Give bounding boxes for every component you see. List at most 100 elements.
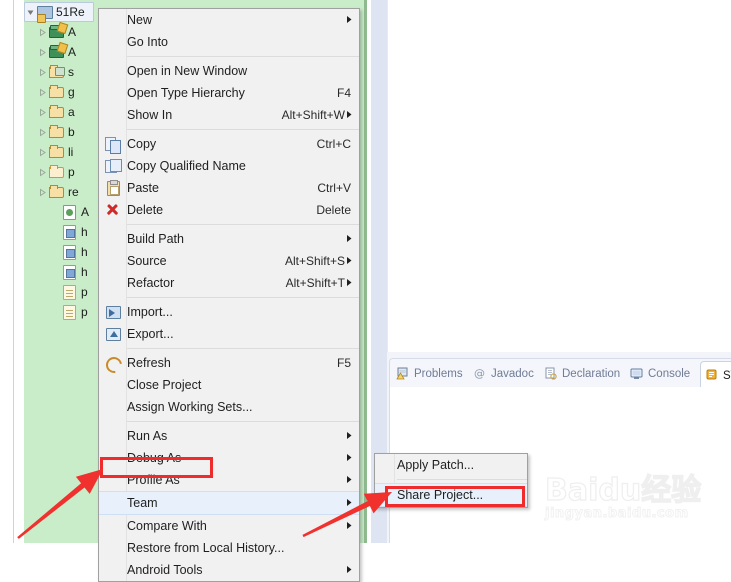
menu-item-shortcut: Delete bbox=[316, 203, 351, 217]
expand-arrow-right-icon[interactable] bbox=[37, 88, 48, 97]
menu-item-delete[interactable]: Delete Delete bbox=[99, 199, 359, 221]
menu-item-label: Open in New Window bbox=[127, 64, 248, 78]
menu-item-shortcut: F4 bbox=[336, 86, 351, 100]
paste-icon bbox=[104, 180, 121, 196]
menu-item-label: Refresh bbox=[127, 356, 171, 370]
menu-item-android-tools[interactable]: Android Tools bbox=[99, 559, 359, 581]
menu-item-label: Refactor bbox=[127, 276, 175, 290]
menu-item-build-path[interactable]: Build Path bbox=[99, 228, 359, 250]
tree-item-label: h bbox=[81, 265, 88, 279]
menu-item-label: Run As bbox=[127, 429, 168, 443]
expand-arrow-right-icon[interactable] bbox=[37, 28, 48, 37]
menu-item-go-into[interactable]: Go Into bbox=[99, 31, 359, 53]
menu-item-open-type-hierarchy[interactable]: Open Type Hierarchy F4 bbox=[99, 82, 359, 104]
tab-label: Problems bbox=[414, 368, 463, 380]
bottom-tab-bar[interactable]: Problems @ Javadoc Declaration Console SVN 资 bbox=[390, 359, 731, 388]
menu-item-source[interactable]: Source Alt+Shift+S bbox=[99, 250, 359, 272]
expand-arrow-right-icon[interactable] bbox=[37, 48, 48, 57]
menu-item-assign-working-sets[interactable]: Assign Working Sets... bbox=[99, 396, 359, 418]
menu-item-open-in-new-window[interactable]: Open in New Window bbox=[99, 60, 359, 82]
menu-item-team[interactable]: Team bbox=[99, 491, 359, 515]
menu-item-label: Team bbox=[127, 496, 158, 510]
menu-item-import[interactable]: Import... bbox=[99, 301, 359, 323]
tab-declaration[interactable]: Declaration bbox=[544, 363, 620, 385]
expand-arrow-right-icon[interactable] bbox=[37, 108, 48, 117]
menu-item-shortcut: F5 bbox=[336, 356, 351, 370]
package-folder-icon bbox=[48, 104, 65, 120]
submenu-arrow-icon bbox=[346, 451, 353, 465]
baidu-jingyan-watermark: Baidu经验 jingyan.baidu.com bbox=[544, 473, 715, 536]
menu-item-copy-qualified-name[interactable]: Copy Qualified Name bbox=[99, 155, 359, 177]
menu-item-refactor[interactable]: Refactor Alt+Shift+T bbox=[99, 272, 359, 294]
menu-item-label: Export... bbox=[127, 327, 174, 341]
package-folder-icon bbox=[48, 84, 65, 100]
team-highlight-box bbox=[100, 457, 213, 478]
properties-file-icon bbox=[61, 284, 78, 300]
tab-problems[interactable]: Problems bbox=[396, 363, 463, 385]
tree-item-label: h bbox=[81, 245, 88, 259]
submenu-arrow-icon bbox=[346, 13, 353, 27]
menu-item-label: Close Project bbox=[127, 378, 202, 392]
menu-item-copy[interactable]: Copy Ctrl+C bbox=[99, 133, 359, 155]
submenu-arrow-icon bbox=[346, 496, 353, 510]
expand-arrow-right-icon[interactable] bbox=[37, 188, 48, 197]
menu-item-label: Show In bbox=[127, 108, 173, 122]
menu-item-shortcut: Ctrl+C bbox=[316, 137, 351, 151]
expand-arrow-right-icon[interactable] bbox=[37, 148, 48, 157]
tree-item-label: g bbox=[68, 85, 75, 99]
package-folder-icon bbox=[48, 124, 65, 140]
menu-item-label: Paste bbox=[127, 181, 159, 195]
problems-icon bbox=[396, 367, 410, 381]
menu-item-compare-with[interactable]: Compare With bbox=[99, 515, 359, 537]
submenu-arrow-icon bbox=[346, 108, 353, 122]
editor-area[interactable] bbox=[387, 0, 731, 352]
menu-item-restore-from-local-history[interactable]: Restore from Local History... bbox=[99, 537, 359, 559]
tree-item-label: h bbox=[81, 225, 88, 239]
menu-item-paste[interactable]: Paste Ctrl+V bbox=[99, 177, 359, 199]
explorer-left-margin bbox=[0, 0, 24, 543]
tree-item-label: p bbox=[68, 165, 75, 179]
menu-item-label: Delete bbox=[127, 203, 164, 217]
tree-item-51re-0[interactable]: 51Re bbox=[24, 2, 94, 23]
watermark-subtitle: jingyan.baidu.com bbox=[545, 506, 689, 522]
expand-arrow-right-icon[interactable] bbox=[37, 168, 48, 177]
tree-item-label: a bbox=[68, 105, 75, 119]
expand-arrow-down-icon[interactable] bbox=[25, 8, 36, 17]
expand-arrow-right-icon[interactable] bbox=[37, 128, 48, 137]
submenu-arrow-icon bbox=[346, 519, 353, 533]
menu-item-label: Compare With bbox=[127, 519, 207, 533]
tab-javadoc[interactable]: @ Javadoc bbox=[473, 363, 534, 385]
declaration-icon bbox=[544, 367, 558, 381]
html-file-icon bbox=[61, 244, 78, 260]
menu-separator bbox=[127, 421, 359, 422]
project-context-menu[interactable]: New Go Into Open in New Window Open Type Hi… bbox=[98, 8, 360, 582]
menu-item-run-as[interactable]: Run As bbox=[99, 425, 359, 447]
source-folder-icon bbox=[48, 64, 65, 80]
submenu-arrow-icon bbox=[346, 276, 353, 290]
refresh-icon bbox=[102, 353, 126, 377]
tab-console[interactable]: Console bbox=[630, 363, 690, 385]
svn-icon bbox=[705, 368, 719, 382]
tab-label: Javadoc bbox=[491, 368, 534, 380]
menu-separator bbox=[127, 56, 359, 57]
import-icon bbox=[104, 304, 121, 320]
menu-item-label: Android Tools bbox=[127, 563, 203, 577]
svg-text:@: @ bbox=[474, 367, 485, 380]
share-project-highlight-box bbox=[385, 486, 525, 507]
tree-item-label: li bbox=[68, 145, 74, 159]
tab-svn-资[interactable]: SVN 资 bbox=[700, 361, 731, 387]
menu-item-label: Copy bbox=[127, 137, 157, 151]
expand-arrow-right-icon[interactable] bbox=[37, 68, 48, 77]
submenu-arrow-icon bbox=[346, 254, 353, 268]
menu-item-shortcut: Ctrl+V bbox=[317, 181, 351, 195]
menu-item-export[interactable]: Export... bbox=[99, 323, 359, 345]
tab-label: Declaration bbox=[562, 368, 621, 380]
package-folder-icon bbox=[48, 184, 65, 200]
referenced-library-icon bbox=[48, 24, 65, 40]
menu-item-new[interactable]: New bbox=[99, 9, 359, 31]
menu-item-refresh[interactable]: Refresh F5 bbox=[99, 352, 359, 377]
menu-item-apply-patch[interactable]: Apply Patch... bbox=[375, 454, 527, 476]
menu-item-show-in[interactable]: Show In Alt+Shift+W bbox=[99, 104, 359, 126]
eclipse-workbench: 51Re A As g a b li p re Ah h h p p Problems @ Javadoc De… bbox=[0, 0, 731, 582]
menu-item-close-project[interactable]: Close Project bbox=[99, 374, 359, 396]
